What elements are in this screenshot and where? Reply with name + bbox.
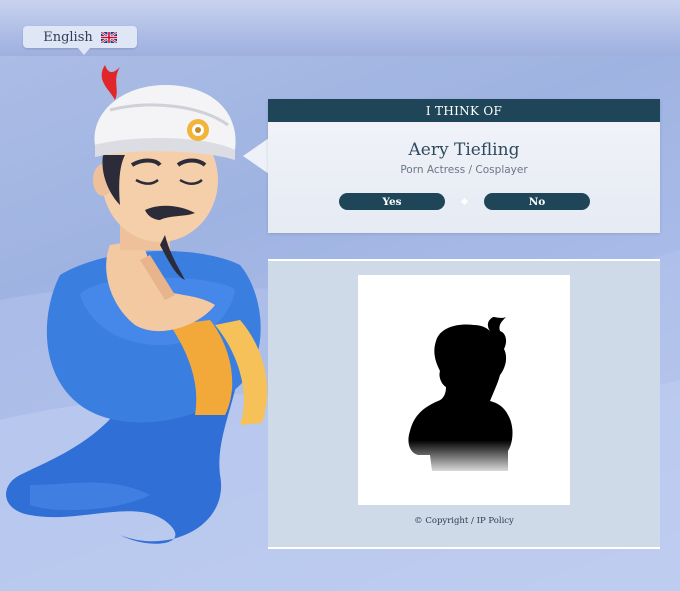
guess-header: I THINK OF — [268, 99, 660, 122]
no-button[interactable]: No — [484, 193, 590, 210]
yes-button[interactable]: Yes — [339, 193, 445, 210]
guess-panel: I THINK OF Aery Tiefling Porn Actress / … — [268, 99, 660, 233]
genie-illustration — [6, 65, 268, 544]
separator-dot — [460, 197, 469, 206]
language-selector[interactable]: English — [23, 26, 137, 48]
language-pointer — [78, 48, 90, 55]
silhouette-icon — [408, 317, 513, 471]
character-name: Aery Tiefling — [408, 140, 520, 160]
answer-buttons: Yes No — [339, 193, 590, 210]
character-description: Porn Actress / Cosplayer — [400, 164, 528, 176]
photo-panel: © Copyright / IP Policy — [268, 259, 660, 549]
uk-flag-icon — [100, 31, 117, 43]
character-photo — [358, 275, 570, 505]
language-label: English — [43, 29, 93, 45]
speech-bubble-tail — [243, 138, 269, 174]
copyright-link[interactable]: © Copyright / IP Policy — [268, 516, 660, 526]
